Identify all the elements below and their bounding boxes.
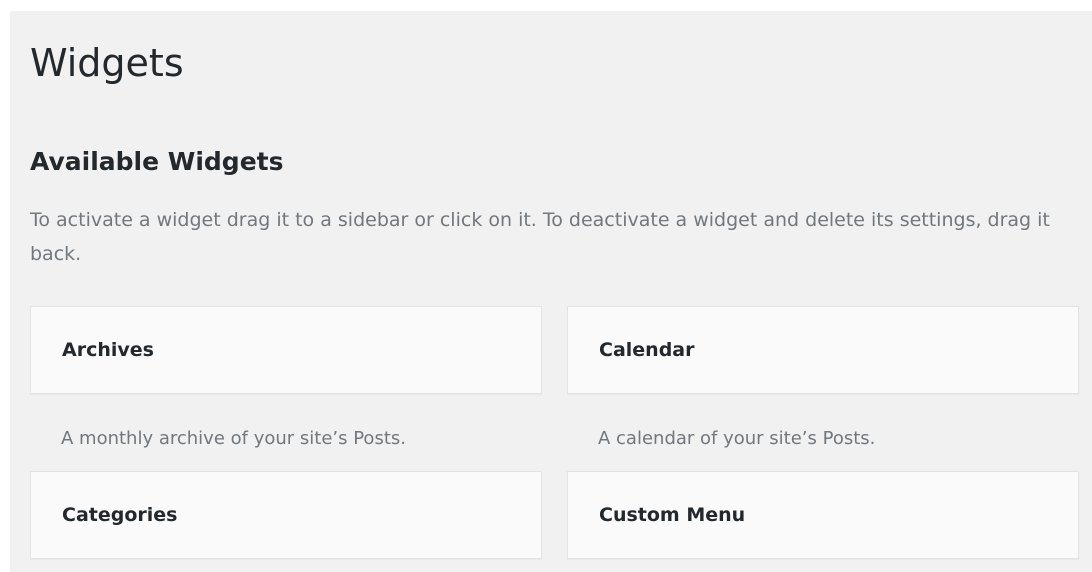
page-title: Widgets (30, 41, 184, 85)
widget-calendar-description: A calendar of your site’s Posts. (598, 428, 876, 449)
available-widgets-description: To activate a widget drag it to a sideba… (30, 209, 1050, 265)
widget-archives-description: A monthly archive of your site’s Posts. (61, 428, 406, 449)
widget-categories-card[interactable]: Categories (30, 471, 542, 559)
available-widgets-heading: Available Widgets (30, 147, 284, 176)
widget-custom-menu[interactable]: Custom Menu (567, 471, 1079, 559)
widget-custom-menu-card[interactable]: Custom Menu (567, 471, 1079, 559)
widget-calendar[interactable]: Calendar A calendar of your site’s Posts… (567, 306, 1079, 451)
widget-calendar-card[interactable]: Calendar (567, 306, 1079, 394)
widget-archives-card[interactable]: Archives (30, 306, 542, 394)
widget-categories-title: Categories (62, 504, 178, 526)
widgets-page: Widgets Available Widgets To activate a … (10, 11, 1092, 572)
widget-calendar-title: Calendar (599, 339, 695, 361)
widget-archives-title: Archives (62, 339, 154, 361)
widget-categories[interactable]: Categories (30, 471, 542, 559)
widget-archives[interactable]: Archives A monthly archive of your site’… (30, 306, 542, 451)
widget-custom-menu-title: Custom Menu (599, 504, 746, 526)
